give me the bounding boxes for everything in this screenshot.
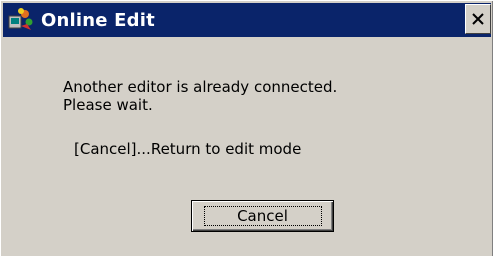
title-bar[interactable]: Online Edit xyxy=(3,3,491,37)
message-line-2: Please wait. xyxy=(63,96,153,114)
cancel-hint: [Cancel]...Return to edit mode xyxy=(74,140,302,158)
message-line-1: Another editor is already connected. xyxy=(63,78,338,96)
online-edit-dialog: Online Edit Another editor is already co… xyxy=(0,0,493,256)
online-edit-app-icon xyxy=(7,6,35,34)
close-button[interactable] xyxy=(465,4,491,34)
cancel-button-label: Cancel xyxy=(203,206,322,226)
cancel-button[interactable]: Cancel xyxy=(191,200,334,232)
window-title: Online Edit xyxy=(41,9,155,31)
dialog-message: Another editor is already connected. Ple… xyxy=(63,78,337,114)
close-icon xyxy=(472,13,484,25)
